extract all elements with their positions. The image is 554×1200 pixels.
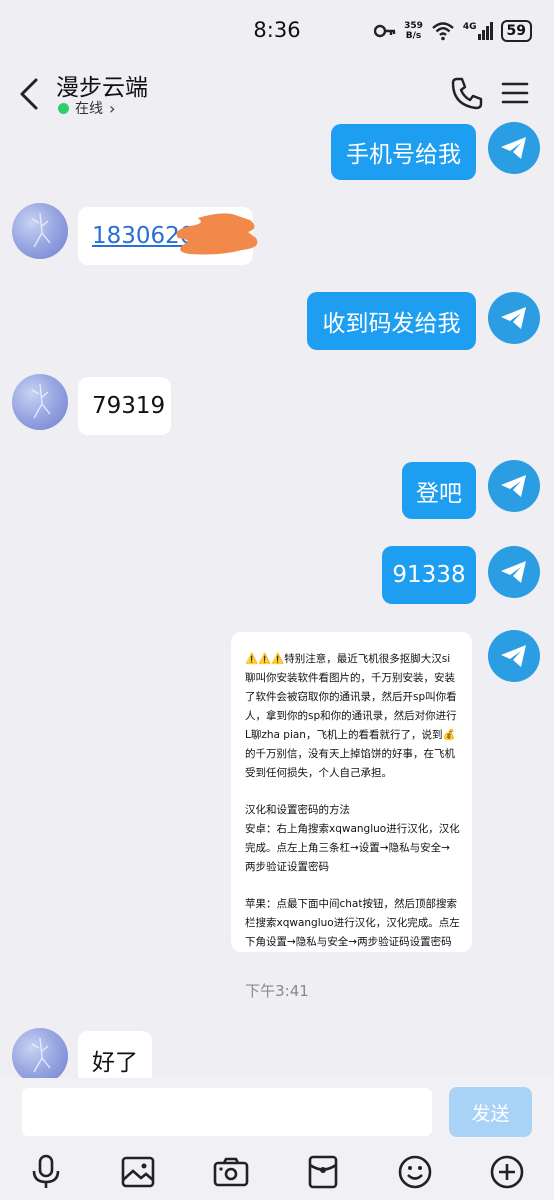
- wifi-icon: [432, 22, 454, 41]
- menu-button[interactable]: [498, 76, 532, 110]
- avatar-image: [31, 1037, 51, 1073]
- online-status-label: 在线: [75, 101, 103, 117]
- hamburger-menu-icon: [501, 82, 529, 104]
- telegram-plane-icon: [501, 645, 526, 667]
- emoji-button[interactable]: [395, 1152, 435, 1192]
- telegram-avatar: [488, 630, 540, 682]
- telegram-avatar: [488, 122, 540, 174]
- message-bubble-outgoing[interactable]: 手机号给我: [331, 124, 476, 180]
- red-packet-button[interactable]: [303, 1152, 343, 1192]
- contact-avatar[interactable]: [12, 1028, 68, 1084]
- back-button[interactable]: [14, 74, 46, 114]
- telegram-plane-icon: [501, 475, 526, 497]
- envelope-icon: [308, 1155, 338, 1189]
- message-timestamp: 下午3:41: [245, 982, 309, 1000]
- message-notice-card[interactable]: ⚠️⚠️⚠️特别注意，最近飞机很多抠脚大汉si聊叫你安装软件看图片的，千万别安装…: [231, 632, 472, 952]
- telegram-plane-icon: [501, 561, 526, 583]
- voice-button[interactable]: [26, 1152, 66, 1192]
- message-bubble-outgoing[interactable]: 登吧: [402, 462, 476, 519]
- telegram-avatar: [488, 292, 540, 344]
- message-input[interactable]: [22, 1088, 432, 1136]
- contact-avatar[interactable]: [12, 203, 68, 259]
- camera-icon: [213, 1157, 249, 1187]
- album-button[interactable]: [118, 1152, 158, 1192]
- plus-icon: [490, 1155, 524, 1189]
- chat-title[interactable]: 漫步云端: [56, 68, 148, 102]
- notice-android-paragraph: 汉化和设置密码的方法 安卓：右上角搜索xqwangluo进行汉化，汉化完成。点左…: [245, 804, 460, 873]
- avatar-image: [31, 383, 51, 419]
- image-icon: [121, 1156, 155, 1188]
- notice-warning-paragraph: ⚠️⚠️⚠️特别注意，最近飞机很多抠脚大汉si聊叫你安装软件看图片的，千万别安装…: [245, 653, 457, 779]
- camera-button[interactable]: [211, 1152, 251, 1192]
- online-status[interactable]: 在线 ›: [58, 98, 115, 118]
- notice-ios-paragraph: 苹果：点最下面中间chat按钮，然后顶部搜索栏搜索xqwangluo进行汉化，汉…: [245, 898, 460, 948]
- phone-icon: [451, 77, 483, 110]
- emoji-icon: [398, 1155, 432, 1189]
- more-button[interactable]: [487, 1152, 527, 1192]
- send-button[interactable]: 发送: [449, 1087, 532, 1137]
- status-icons: 359 B/s 4G 59: [374, 18, 532, 44]
- chevron-left-icon: [20, 78, 38, 110]
- microphone-icon: [32, 1154, 60, 1188]
- key-icon: [374, 24, 396, 38]
- message-bubble-outgoing[interactable]: 收到码发给我: [307, 292, 476, 350]
- telegram-avatar: [488, 460, 540, 512]
- telegram-plane-icon: [501, 307, 526, 329]
- telegram-plane-icon: [501, 137, 526, 159]
- chevron-right-icon: ›: [109, 98, 116, 118]
- online-dot-icon: [58, 102, 69, 114]
- avatar-image: [31, 212, 51, 248]
- signal-icon: 4G: [463, 22, 493, 40]
- telegram-avatar: [488, 546, 540, 598]
- network-speed: 359 B/s: [404, 21, 423, 41]
- message-bubble-outgoing[interactable]: 91338: [382, 546, 476, 604]
- message-bubble-incoming[interactable]: 79319: [78, 377, 171, 435]
- redaction-scribble: [176, 213, 258, 255]
- contact-avatar[interactable]: [12, 374, 68, 430]
- battery-indicator: 59: [500, 20, 532, 42]
- call-button[interactable]: [448, 74, 486, 112]
